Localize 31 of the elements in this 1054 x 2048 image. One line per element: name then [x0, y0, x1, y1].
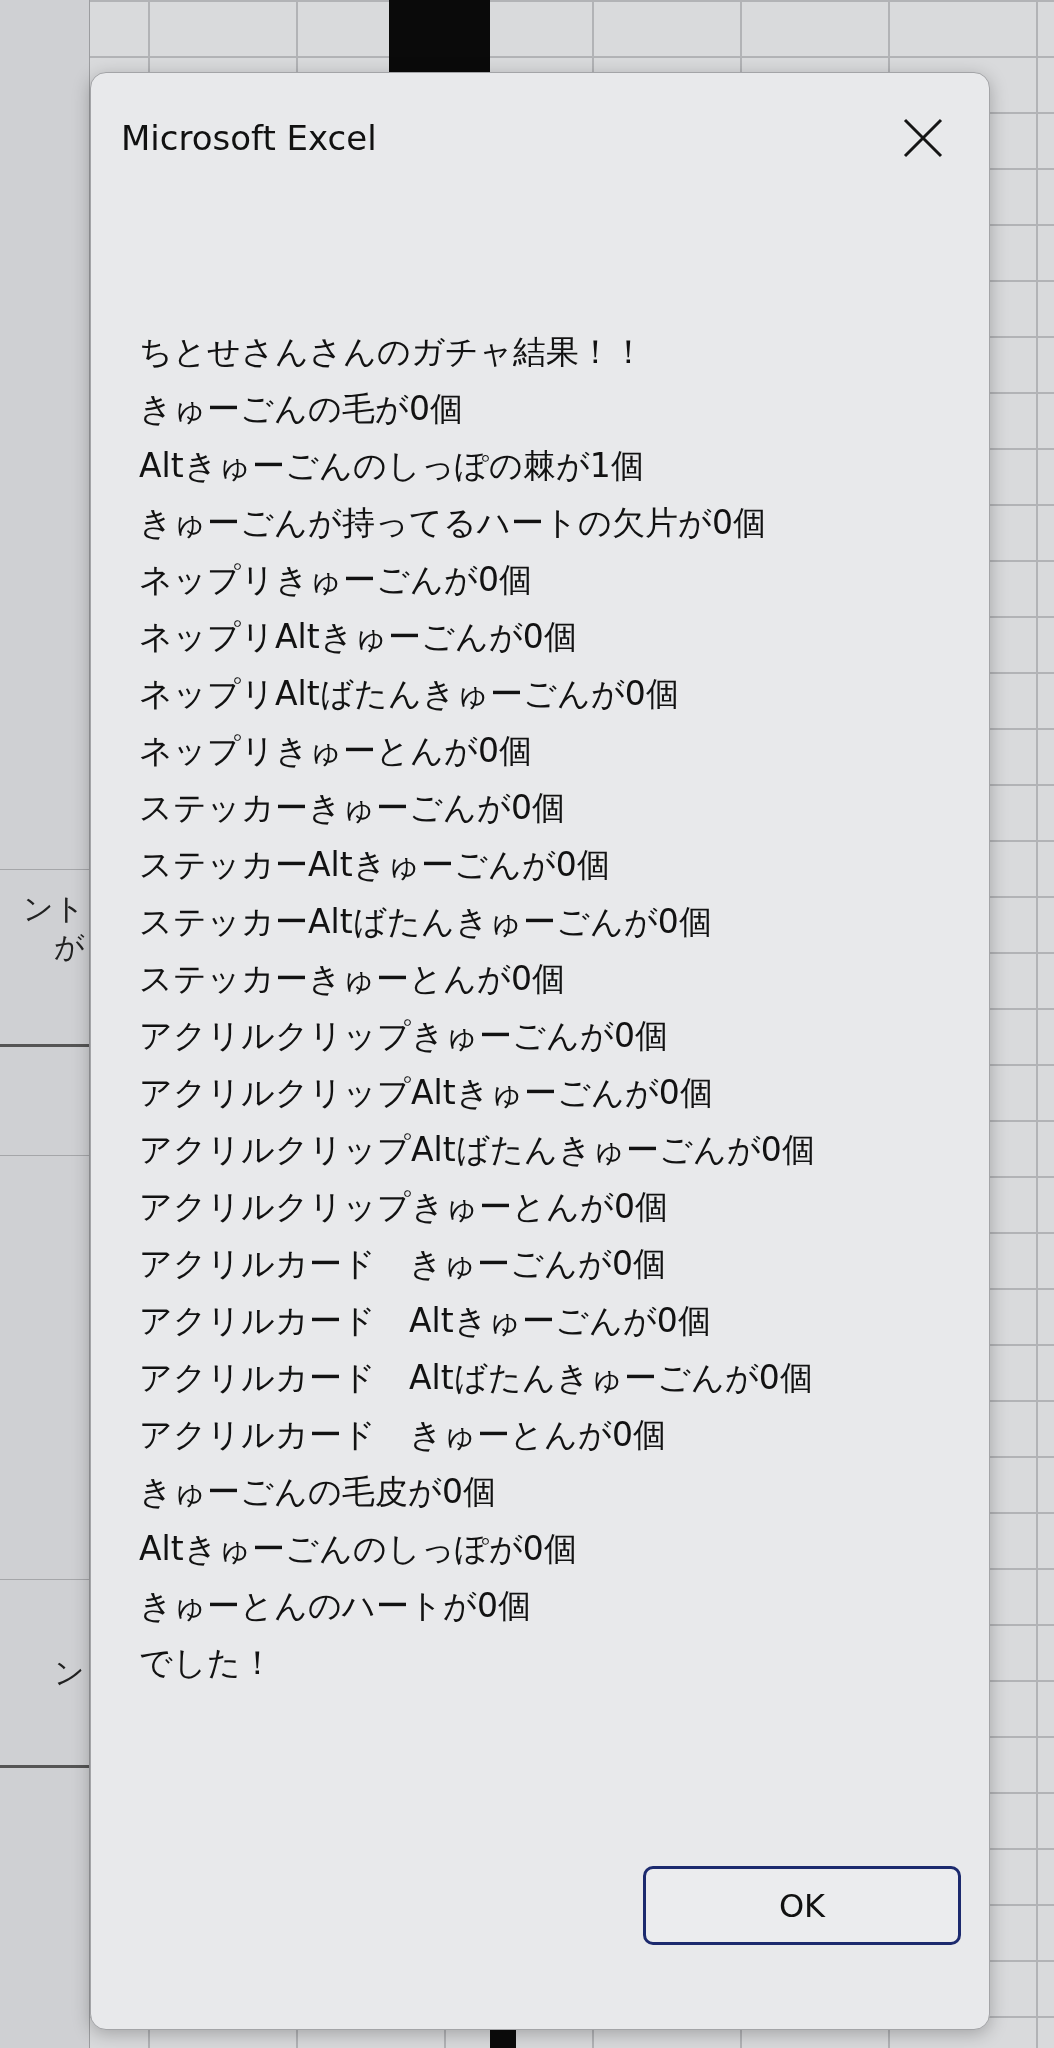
message-line: ネップリAltきゅーごんが0個	[139, 616, 577, 658]
dark-column-strip	[490, 2030, 516, 2048]
message-line: アクリルクリップきゅーごんが0個	[139, 1015, 668, 1057]
cell-text-fragment: が	[54, 928, 85, 966]
message-line: アクリルクリップAltきゅーごんが0個	[139, 1072, 713, 1114]
message-line: きゅーとんのハートが0個	[139, 1585, 531, 1627]
message-line: アクリルカード きゅーとんが0個	[139, 1414, 666, 1456]
message-line: アクリルクリップきゅーとんが0個	[139, 1186, 668, 1228]
message-line: アクリルカード きゅーごんが0個	[139, 1243, 666, 1285]
message-line: アクリルカード Altばたんきゅーごんが0個	[139, 1357, 813, 1399]
message-line: Altきゅーごんのしっぽが0個	[139, 1528, 577, 1570]
message-line: アクリルカード Altきゅーごんが0個	[139, 1300, 711, 1342]
message-line: でした！	[139, 1642, 274, 1684]
close-icon[interactable]	[903, 118, 943, 158]
dialog-title: Microsoft Excel	[121, 116, 377, 160]
cell-text-fragment: ン	[54, 1653, 85, 1692]
message-line: Altきゅーごんのしっぽの棘が1個	[139, 445, 644, 487]
message-line: ちとせさんさんのガチャ結果！！	[139, 331, 645, 373]
ok-button[interactable]: OK	[643, 1866, 961, 1945]
message-line: きゅーごんの毛皮が0個	[139, 1471, 496, 1513]
message-line: ネップリAltばたんきゅーごんが0個	[139, 673, 679, 715]
message-line: きゅーごんが持ってるハートの欠片が0個	[139, 502, 766, 544]
message-line: ステッカーきゅーごんが0個	[139, 787, 565, 829]
message-line: ステッカーAltきゅーごんが0個	[139, 844, 610, 886]
message-line: ネップリきゅーごんが0個	[139, 559, 532, 601]
message-line: ステッカーAltばたんきゅーごんが0個	[139, 901, 712, 943]
message-line: きゅーごんの毛が0個	[139, 388, 463, 430]
message-line: アクリルクリップAltばたんきゅーごんが0個	[139, 1129, 815, 1171]
cell-text-fragment: ント	[23, 890, 85, 928]
message-line: ネップリきゅーとんが0個	[139, 730, 532, 772]
message-line: ステッカーきゅーとんが0個	[139, 958, 565, 1000]
